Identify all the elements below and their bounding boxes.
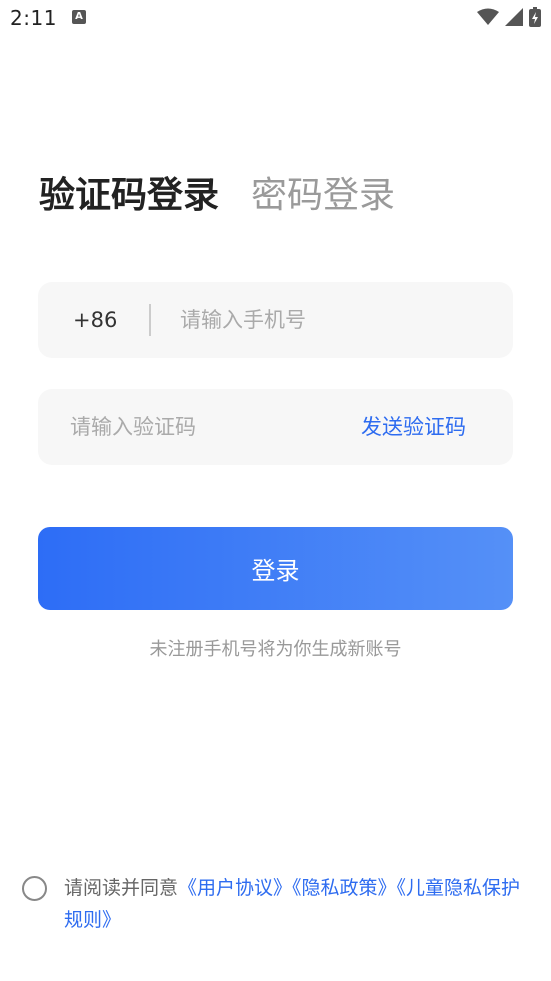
notification-a-icon: A xyxy=(72,10,86,24)
code-field-container: 发送验证码 xyxy=(38,389,513,465)
country-code-selector[interactable]: +86 xyxy=(73,306,117,334)
login-tabs: 验证码登录 密码登录 xyxy=(39,172,395,220)
tab-sms-login[interactable]: 验证码登录 xyxy=(39,172,220,220)
status-icons xyxy=(477,7,541,27)
register-hint: 未注册手机号将为你生成新账号 xyxy=(149,639,402,660)
signal-icon xyxy=(505,8,523,26)
phone-field-container: +86 xyxy=(38,282,513,358)
phone-field-divider xyxy=(149,304,151,336)
wifi-icon xyxy=(477,8,499,25)
agreement-text: 请阅读并同意《用户协议》《隐私政策》《儿童隐私保护规则》 xyxy=(64,872,524,936)
verification-code-input[interactable] xyxy=(70,407,310,447)
send-code-button[interactable]: 发送验证码 xyxy=(361,413,466,441)
agreement-prefix: 请阅读并同意 xyxy=(64,877,179,899)
login-button[interactable]: 登录 xyxy=(38,527,513,610)
status-bar: 2:11 A xyxy=(0,0,551,38)
battery-charging-icon xyxy=(529,7,541,27)
privacy-policy-link[interactable]: 《隐私政策》 xyxy=(292,877,397,899)
tab-password-login[interactable]: 密码登录 xyxy=(251,172,395,220)
user-agreement-link[interactable]: 《用户协议》 xyxy=(178,877,292,899)
phone-input[interactable] xyxy=(180,300,480,340)
status-time: 2:11 xyxy=(10,6,57,30)
agreement-checkbox[interactable] xyxy=(22,876,47,901)
